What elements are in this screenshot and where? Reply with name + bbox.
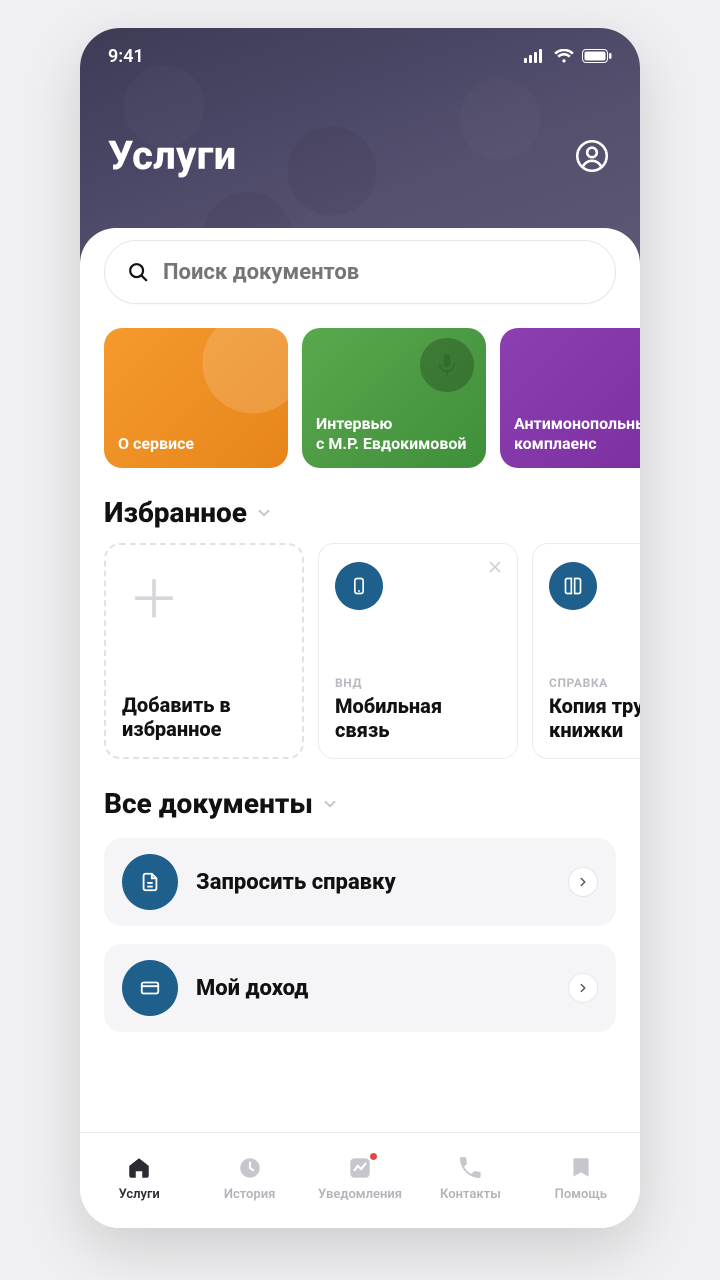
phone-icon [457,1155,483,1181]
favorite-title: Мобильная связь [335,694,501,742]
favorite-card[interactable]: ВНД Мобильная связь [318,543,518,759]
scroll-area[interactable]: О сервисе Интервью с М.Р. Евдокимовой Ан… [80,228,640,1132]
featured-card-about[interactable]: О сервисе [104,328,288,468]
search-icon [127,261,149,283]
chevron-down-icon [255,504,273,522]
section-documents-title: Все документы [104,787,313,820]
plus-icon: ＋ [128,575,180,627]
featured-card-interview[interactable]: Интервью с М.Р. Евдокимовой [302,328,486,468]
content-sheet: О сервисе Интервью с М.Р. Евдокимовой Ан… [80,228,640,1228]
cellular-icon [524,49,546,63]
notification-badge [347,1155,373,1181]
favorites-row[interactable]: ＋ Добавить в избранное ВНД Мобильная свя… [80,543,640,759]
documents-list: Запросить справку Мой доход [80,834,640,1032]
file-icon [139,871,161,893]
document-item-title: Запросить справку [196,870,550,895]
tab-notifications[interactable]: Уведомления [305,1155,415,1202]
search-bar[interactable] [104,240,616,304]
status-time: 9:41 [108,46,144,67]
add-favorite-label: Добавить в избранное [122,693,286,741]
status-icons [524,49,612,63]
favorite-category: СПРАВКА [549,676,640,690]
card-icon [139,977,161,999]
microphone-icon [434,352,460,378]
tab-label: Помощь [555,1187,607,1202]
status-bar: 9:41 [80,28,640,84]
document-item-title: Мой доход [196,976,550,1001]
bookmark-icon [568,1155,594,1181]
clock-icon [237,1155,263,1181]
featured-card-title: О сервисе [118,434,194,454]
tab-history[interactable]: История [194,1155,304,1202]
favorite-title: Копия трудовой книжки [549,694,640,742]
chevron-down-icon [321,795,339,813]
tab-services[interactable]: Услуги [84,1155,194,1202]
tab-label: Контакты [440,1187,501,1202]
document-item-icon [122,960,178,1016]
featured-row[interactable]: О сервисе Интервью с М.Р. Евдокимовой Ан… [80,328,640,468]
chart-icon [347,1155,373,1181]
tab-help[interactable]: Помощь [526,1155,636,1202]
phone-device-icon [349,576,369,596]
page-title: Услуги [108,132,236,179]
document-item-request[interactable]: Запросить справку [104,838,616,926]
document-item-arrow [568,973,598,1003]
close-icon [487,559,503,575]
featured-card-title: Интервью с М.Р. Евдокимовой [316,414,466,454]
document-item-arrow [568,867,598,897]
battery-icon [582,49,612,63]
favorite-icon-circle [549,562,597,610]
user-circle-icon [575,139,609,173]
favorite-card[interactable]: СПРАВКА Копия трудовой книжки [532,543,640,759]
section-favorites-header[interactable]: Избранное [80,468,640,543]
tab-contacts[interactable]: Контакты [415,1155,525,1202]
app-screen: 9:41 Услуги О сервисе Интервью с [80,28,640,1228]
home-icon [126,1155,152,1181]
search-input[interactable] [163,260,593,285]
microphone-badge [420,338,474,392]
chevron-right-icon [576,875,590,889]
profile-button[interactable] [572,136,612,176]
tab-label: История [224,1187,276,1202]
wifi-icon [554,49,574,63]
document-item-icon [122,854,178,910]
tab-label: Уведомления [318,1187,402,1202]
book-icon [563,576,583,596]
featured-card-compliance[interactable]: Антимонопольный комплаенс [500,328,640,468]
document-item-income[interactable]: Мой доход [104,944,616,1032]
favorite-category: ВНД [335,676,501,690]
tab-label: Услуги [119,1187,160,1202]
tab-bar: Услуги История Уведомления Контакты Помо… [80,1132,640,1228]
chevron-right-icon [576,981,590,995]
favorite-icon-circle [335,562,383,610]
section-documents-header[interactable]: Все документы [80,759,640,834]
header-row: Услуги [80,84,640,179]
featured-card-title: Антимонопольный комплаенс [514,414,640,454]
remove-favorite-button[interactable] [487,558,503,578]
section-favorites-title: Избранное [104,496,247,529]
add-favorite-card[interactable]: ＋ Добавить в избранное [104,543,304,759]
